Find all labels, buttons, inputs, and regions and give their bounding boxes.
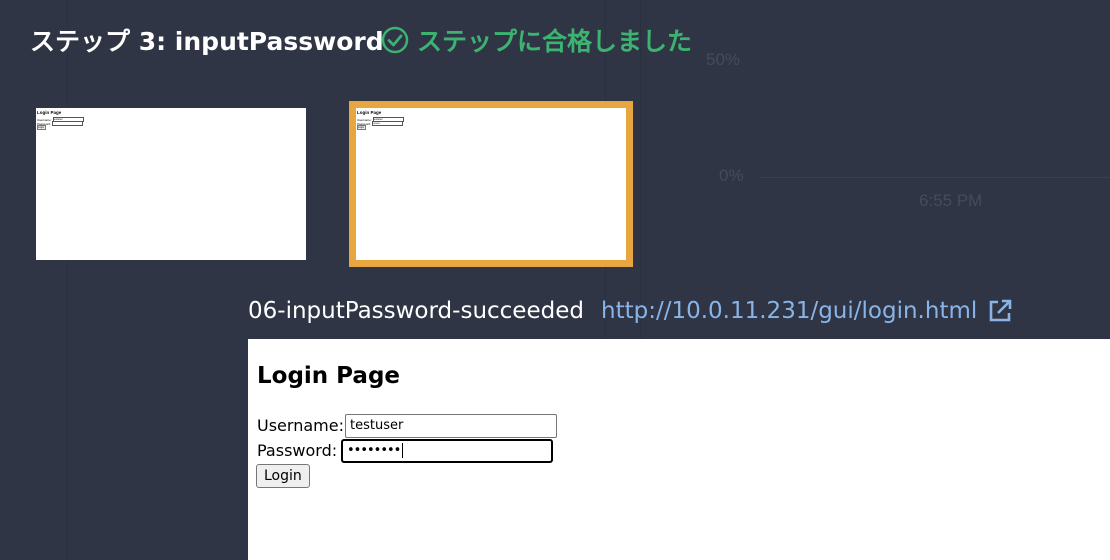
password-label: Password: bbox=[257, 441, 338, 460]
chart-y-tick: 50% bbox=[706, 50, 741, 69]
thumbnail-login-page: Login Page Username: testuser Password: … bbox=[36, 108, 306, 260]
screenshot-name: 06-inputPassword-succeeded bbox=[248, 298, 584, 324]
screenshot-thumbnail-2-selected[interactable]: Login Page Username: testuser Password: … bbox=[349, 101, 633, 267]
thumbnail-title: Login Page bbox=[37, 110, 62, 115]
login-button: Login bbox=[256, 464, 310, 488]
thumbnail-password-field bbox=[52, 121, 84, 126]
step-title: ステップ 3: inputPassword bbox=[30, 27, 384, 56]
thumbnail-frame: Login Page Username: testuser Password: … bbox=[356, 108, 626, 260]
page-url-text: http://10.0.11.231/gui/login.html bbox=[601, 298, 978, 324]
thumbnail-password-field: •••••••• bbox=[372, 121, 404, 126]
thumbnail-login-page: Login Page Username: testuser Password: … bbox=[356, 108, 626, 260]
text-caret bbox=[402, 443, 404, 458]
chart-x-tick: 6:55 PM bbox=[919, 191, 983, 210]
step-detail-panel: 50% 0% 6:55 PM ステップ 3: inputPassword ステッ… bbox=[0, 0, 1110, 560]
chart-y-tick: 0% bbox=[719, 166, 744, 185]
thumbnail-title: Login Page bbox=[357, 110, 382, 115]
login-page-title: Login Page bbox=[257, 363, 401, 389]
username-field: testuser bbox=[345, 414, 557, 438]
step-status: ステップに合格しました bbox=[381, 22, 692, 58]
username-label: Username: bbox=[257, 416, 344, 435]
external-link-icon[interactable] bbox=[987, 298, 1013, 324]
chart-gridline bbox=[67, 0, 68, 560]
thumbnail-login-button: Login bbox=[357, 125, 366, 130]
screenshot-thumbnail-1[interactable]: Login Page Username: testuser Password: … bbox=[36, 108, 306, 260]
password-field-value: •••••••• bbox=[347, 443, 401, 458]
password-field: •••••••• bbox=[341, 439, 553, 463]
thumbnail-login-button: Login bbox=[37, 125, 46, 130]
page-url-link[interactable]: http://10.0.11.231/gui/login.html bbox=[601, 298, 1013, 324]
chart-baseline bbox=[760, 177, 1110, 178]
check-circle-icon bbox=[381, 26, 409, 54]
step-status-text: ステップに合格しました bbox=[417, 27, 693, 56]
screenshot-preview: Login Page Username: testuser Password: … bbox=[248, 339, 1110, 560]
